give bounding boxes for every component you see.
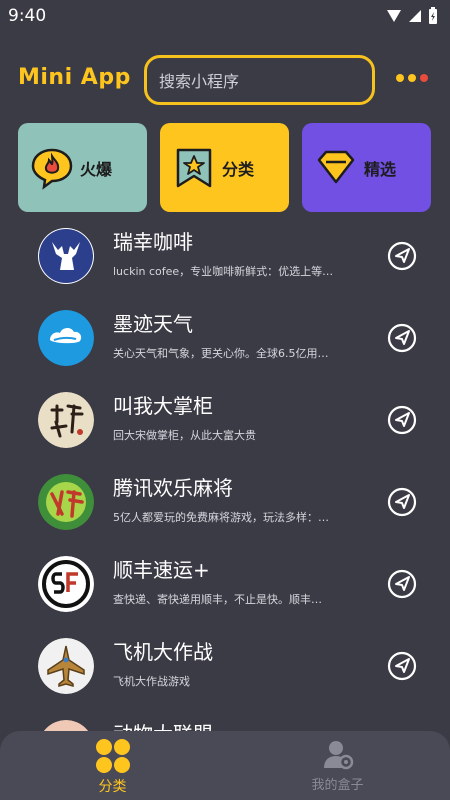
sf-express-icon bbox=[38, 556, 94, 612]
app-desc: 关心天气和气象，更关心你。全球6.5亿用… bbox=[113, 347, 329, 360]
nav-tab-categories[interactable]: 分类 bbox=[0, 731, 225, 800]
app-desc: 5亿人都爱玩的免费麻将游戏，玩法多样：… bbox=[113, 511, 329, 524]
list-item[interactable]: 顺丰速运+ 查快递、寄快递用顺丰，不止是快。顺丰… bbox=[0, 550, 450, 632]
search-placeholder: 搜索小程序 bbox=[159, 72, 240, 91]
fire-chat-icon bbox=[31, 148, 73, 190]
open-arrow-icon[interactable] bbox=[385, 239, 419, 273]
search-input[interactable]: 搜索小程序 bbox=[144, 55, 375, 105]
header: Mini App 搜索小程序 bbox=[0, 55, 450, 105]
plane-icon bbox=[38, 638, 94, 694]
app-name: 飞机大作战 bbox=[113, 640, 213, 664]
category-classify-label: 分类 bbox=[222, 159, 255, 179]
category-classify[interactable]: 分类 bbox=[160, 123, 289, 212]
app-desc: 飞机大作战游戏 bbox=[113, 675, 190, 688]
more-menu-button[interactable] bbox=[396, 74, 428, 82]
cellular-icon bbox=[409, 10, 421, 22]
signal-icon bbox=[387, 10, 401, 22]
status-time: 9:40 bbox=[8, 6, 47, 26]
app-name: 瑞幸咖啡 bbox=[113, 230, 193, 254]
moji-cloud-icon bbox=[38, 310, 94, 366]
status-bar: 9:40 bbox=[0, 0, 450, 32]
list-item[interactable]: 叫我大掌柜 回大宋做掌柜，从此大富大贵 bbox=[0, 386, 450, 468]
app-list: 瑞幸咖啡 luckin cofee，专业咖啡新鲜式：优选上等… 墨迹天气 关心天… bbox=[0, 222, 450, 796]
category-featured[interactable]: 精选 bbox=[302, 123, 431, 212]
app-desc: luckin cofee，专业咖啡新鲜式：优选上等… bbox=[113, 265, 334, 278]
bottom-nav: 分类 我的盒子 bbox=[0, 731, 450, 800]
luckin-deer-icon bbox=[38, 228, 94, 284]
nav-tab-my-box[interactable]: 我的盒子 bbox=[225, 731, 450, 800]
app-name: 叫我大掌柜 bbox=[113, 394, 213, 418]
grid-dots-icon bbox=[95, 739, 130, 773]
dot-icon bbox=[408, 74, 416, 82]
list-item[interactable]: 瑞幸咖啡 luckin cofee，专业咖啡新鲜式：优选上等… bbox=[0, 222, 450, 304]
nav-tab-my-box-label: 我的盒子 bbox=[311, 778, 364, 793]
dot-icon bbox=[420, 74, 428, 82]
app-name: 顺丰速运+ bbox=[113, 558, 210, 582]
nav-tab-categories-label: 分类 bbox=[98, 779, 127, 795]
app-name: 墨迹天气 bbox=[113, 312, 193, 336]
open-arrow-icon[interactable] bbox=[385, 321, 419, 355]
open-arrow-icon[interactable] bbox=[385, 403, 419, 437]
open-arrow-icon[interactable] bbox=[385, 649, 419, 683]
status-icons bbox=[386, 7, 438, 25]
category-featured-label: 精选 bbox=[364, 159, 397, 179]
zhanggui-calligraphy-icon bbox=[38, 392, 94, 448]
list-item[interactable]: 腾讯欢乐麻将 5亿人都爱玩的免费麻将游戏，玩法多样：… bbox=[0, 468, 450, 550]
app-desc: 查快递、寄快递用顺丰，不止是快。顺丰… bbox=[113, 593, 322, 606]
app-name: 腾讯欢乐麻将 bbox=[113, 476, 233, 500]
mahjong-icon bbox=[38, 474, 94, 530]
open-arrow-icon[interactable] bbox=[385, 567, 419, 601]
category-hot-label: 火爆 bbox=[80, 159, 113, 179]
app-desc: 回大宋做掌柜，从此大富大贵 bbox=[113, 429, 256, 442]
star-bookmark-icon bbox=[176, 148, 212, 187]
list-item[interactable]: 墨迹天气 关心天气和气象，更关心你。全球6.5亿用… bbox=[0, 304, 450, 386]
app-title: Mini App bbox=[18, 65, 131, 90]
gem-icon bbox=[317, 150, 355, 183]
open-arrow-icon[interactable] bbox=[385, 485, 419, 519]
dot-icon bbox=[396, 74, 404, 82]
battery-icon bbox=[429, 7, 437, 24]
list-item[interactable]: 飞机大作战 飞机大作战游戏 bbox=[0, 632, 450, 714]
category-row: 火爆 分类 精选 bbox=[18, 123, 432, 212]
category-hot[interactable]: 火爆 bbox=[18, 123, 147, 212]
user-settings-icon bbox=[323, 741, 353, 770]
